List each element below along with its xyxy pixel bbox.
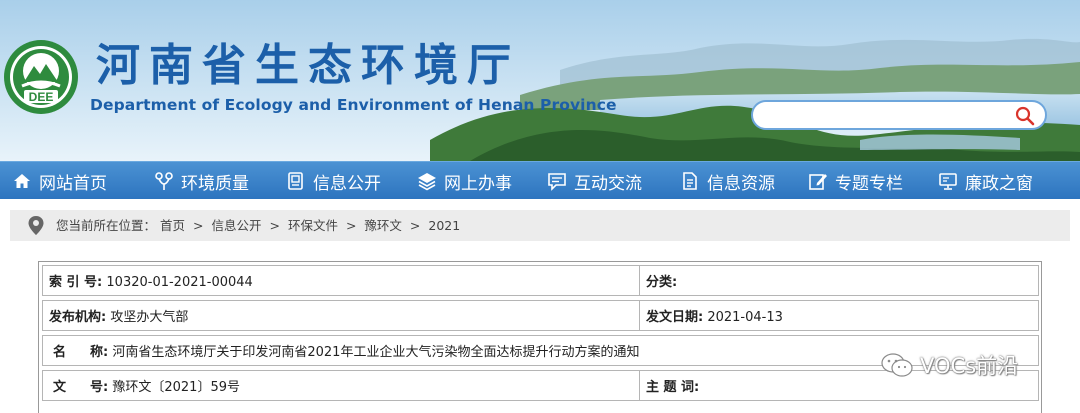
publisher-cell: 发布机构: 攻坚办大气部 [42,300,640,331]
breadcrumb-item-env-docs[interactable]: 环保文件 [288,218,338,233]
breadcrumb-item-info-disclosure[interactable]: 信息公开 [211,218,261,233]
chat-bubble-icon [548,173,566,191]
category-cell: 分类: [639,265,1039,296]
index-number-value: 10320-01-2021-00044 [106,275,253,290]
breadcrumb-item-yuhuanwen[interactable]: 豫环文 [364,218,402,233]
breadcrumb-trail: 您当前所在位置： 首页 > 信息公开 > 环保文件 > 豫环文 > 2021 [56,210,460,241]
issue-date-value: 2021-04-13 [707,310,783,325]
breadcrumb-item-2021[interactable]: 2021 [428,218,460,233]
dee-logo-icon: DEE [4,40,78,114]
nav-item-interaction[interactable]: 互动交流 [547,162,642,200]
monitor-icon [939,173,957,190]
location-pin-icon [28,216,44,235]
nav-label: 信息公开 [313,173,381,194]
table-row: 发布机构: 攻坚办大气部 发文日期: 2021-04-13 [42,300,1039,331]
search-icon[interactable] [1015,106,1035,126]
nav-item-online-services[interactable]: 网上办事 [417,162,512,200]
home-icon [14,174,30,188]
breadcrumb-prefix: 您当前所在位置： [56,218,157,233]
document-number-label-a: 文 [53,380,67,395]
search-box [751,100,1047,130]
search-input[interactable] [765,106,1009,126]
site-title: 河南省生态环境厅 [96,40,520,91]
document-name-label-b: 称: [90,345,109,360]
index-number-cell: 索 引 号: 10320-01-2021-00044 [42,265,640,296]
breadcrumb-item-home[interactable]: 首页 [160,218,185,233]
nav-label: 廉政之窗 [965,173,1033,194]
layers-icon [418,173,436,191]
document-name-value: 河南省生态环境厅关于印发河南省2021年工业企业大气污染物全面达标提升行动方案的… [112,345,640,360]
wechat-icon [881,353,913,377]
nav-label: 环境质量 [181,173,249,194]
breadcrumb-separator: > [345,218,357,233]
main-nav: 网站首页 环境质量 信息公开 网上办事 互动交流 信息资源 专题专栏 廉政之窗 [0,161,1080,199]
logo-text: DEE [29,90,54,104]
document-name-label-a: 名 [53,345,67,360]
site-subtitle: Department of Ecology and Environment of… [90,96,617,114]
nav-label: 互动交流 [574,173,642,194]
document-info-table: 索 引 号: 10320-01-2021-00044 分类: 发布机构: 攻坚办… [42,265,1039,401]
document-number-cell: 文 号: 豫环文〔2021〕59号 [42,370,640,401]
category-label: 分类: [646,275,678,290]
table-row: 索 引 号: 10320-01-2021-00044 分类: [42,265,1039,296]
wechat-watermark: VOCs前沿 [880,350,1018,380]
nav-item-environment-quality[interactable]: 环境质量 [154,162,249,200]
issue-date-cell: 发文日期: 2021-04-13 [639,300,1039,331]
nav-item-special-topics[interactable]: 专题专栏 [808,162,903,200]
header-banner: DEE 河南省生态环境厅 Department of Ecology and E… [0,0,1080,161]
nav-label: 网站首页 [39,173,107,194]
issue-date-label: 发文日期: [646,310,704,325]
nav-item-info-resources[interactable]: 信息资源 [680,162,775,200]
nav-item-integrity-window[interactable]: 廉政之窗 [938,162,1033,200]
nav-item-home[interactable]: 网站首页 [12,162,107,200]
environment-quality-icon [155,172,173,190]
nav-item-info-disclosure[interactable]: 信息公开 [286,162,381,200]
nav-label: 信息资源 [707,173,775,194]
breadcrumb-separator: > [269,218,280,233]
subject-words-label: 主 题 词: [646,380,700,395]
nav-label: 专题专栏 [835,173,903,194]
publisher-label: 发布机构: [49,310,107,325]
document-number-label-b: 号: [90,380,109,395]
document-number-value: 豫环文〔2021〕59号 [112,380,240,395]
nav-label: 网上办事 [444,173,512,194]
breadcrumb: 您当前所在位置： 首页 > 信息公开 > 环保文件 > 豫环文 > 2021 [10,210,1070,241]
document-info-panel: 索 引 号: 10320-01-2021-00044 分类: 发布机构: 攻坚办… [38,261,1042,413]
edit-icon [809,174,827,190]
breadcrumb-separator: > [409,218,421,233]
index-number-label: 索 引 号: [49,275,103,290]
publisher-value: 攻坚办大气部 [110,310,189,325]
document-stack-icon [288,172,303,190]
file-text-icon [683,172,697,190]
breadcrumb-separator: > [193,218,204,233]
watermark-text: VOCs前沿 [920,354,1019,378]
